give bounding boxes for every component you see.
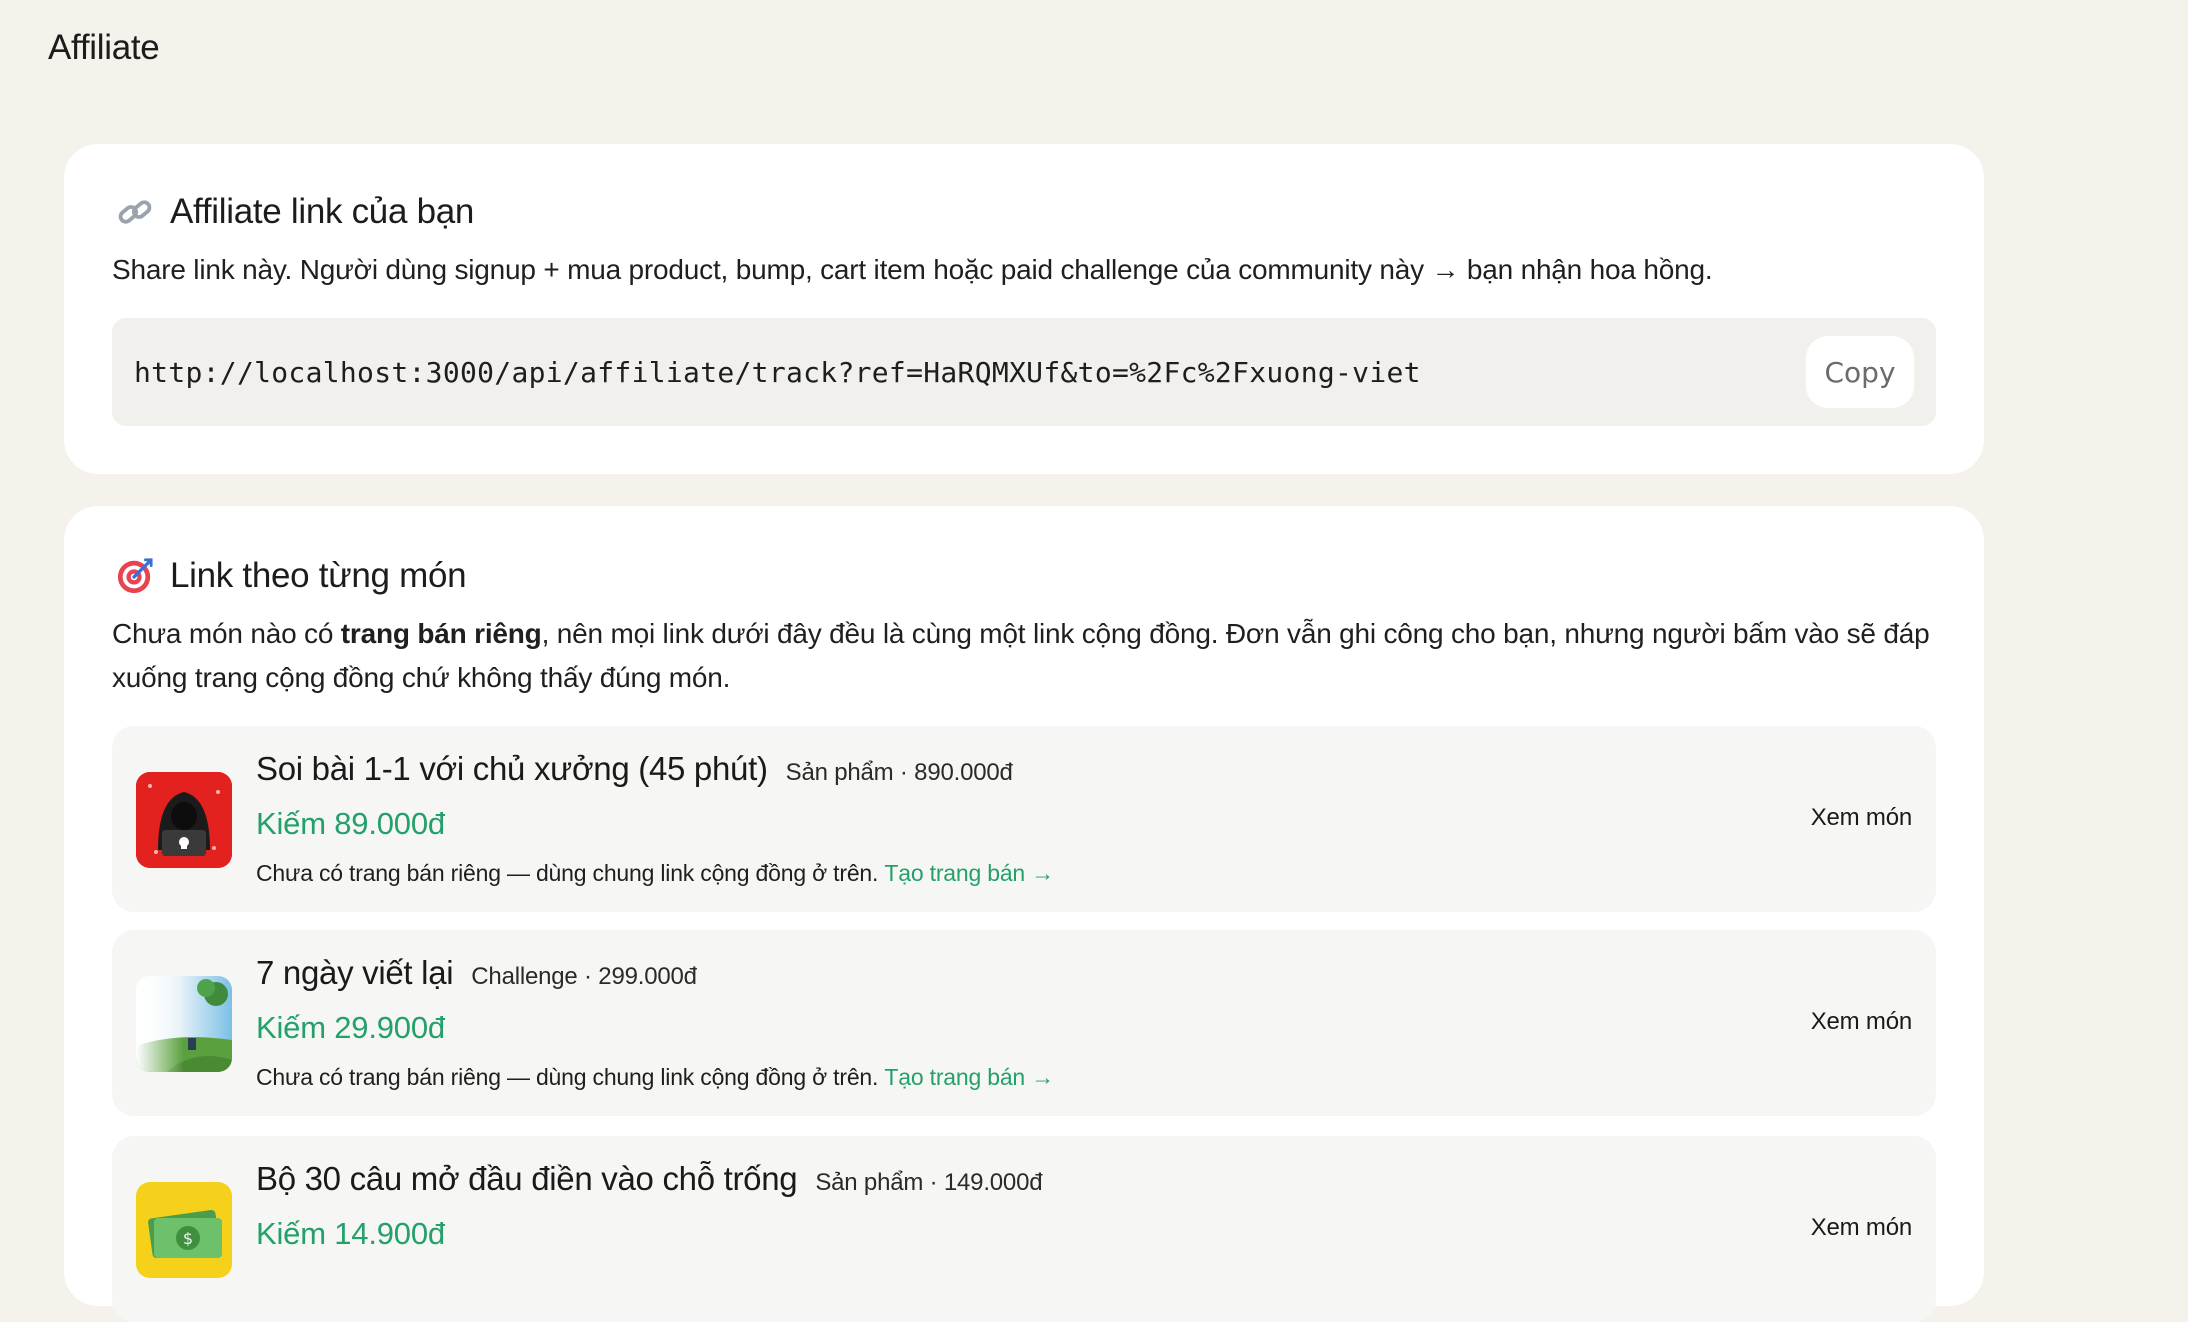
affiliate-link-heading: Affiliate link của bạn: [116, 192, 474, 232]
item-links-heading: Link theo từng món: [116, 556, 467, 596]
list-item: Soi bài 1-1 với chủ xưởng (45 phút) Sản …: [112, 726, 1936, 912]
copy-button[interactable]: Copy: [1806, 336, 1914, 408]
item-title-row: 7 ngày viết lại Challenge · 299.000đ: [256, 954, 697, 992]
item-meta: Sản phẩm · 890.000đ: [785, 759, 1013, 786]
item-links-card: Link theo từng món Chưa món nào có trang…: [64, 506, 1984, 1322]
svg-text:$: $: [183, 1229, 193, 1248]
item-title[interactable]: Bộ 30 câu mở đầu điền vào chỗ trống: [256, 1160, 798, 1198]
item-earn: Kiếm 29.900đ: [256, 1010, 445, 1045]
item-title[interactable]: Soi bài 1-1 với chủ xưởng (45 phút): [256, 750, 768, 788]
description-prefix: Chưa món nào có: [112, 618, 341, 649]
item-meta: Sản phẩm · 149.000đ: [815, 1169, 1043, 1196]
affiliate-link-heading-text: Affiliate link của bạn: [170, 192, 475, 231]
affiliate-link-description: Share link này. Người dùng signup + mua …: [112, 254, 1713, 285]
page-title: Affiliate: [48, 28, 160, 67]
affiliate-link-box: http://localhost:3000/api/affiliate/trac…: [112, 318, 1936, 426]
link-icon: [118, 200, 152, 224]
create-sales-page-link[interactable]: Tạo trang bán →: [884, 1064, 1054, 1090]
view-item-link[interactable]: Xem món: [1811, 804, 1913, 832]
item-title[interactable]: 7 ngày viết lại: [256, 954, 454, 992]
item-earn: Kiếm 89.000đ: [256, 806, 445, 841]
affiliate-link-url[interactable]: http://localhost:3000/api/affiliate/trac…: [134, 356, 1421, 389]
list-item: 7 ngày viết lại Challenge · 299.000đ Kiế…: [112, 930, 1936, 1116]
target-icon: [117, 558, 153, 594]
item-title-row: Soi bài 1-1 với chủ xưởng (45 phút) Sản …: [256, 750, 1013, 788]
create-sales-page-link[interactable]: Tạo trang bán →: [884, 860, 1054, 886]
affiliate-link-card: Affiliate link của bạn Share link này. N…: [64, 144, 1984, 474]
view-item-link[interactable]: Xem món: [1811, 1008, 1913, 1036]
item-links-heading-text: Link theo từng món: [170, 556, 467, 595]
item-note: Chưa có trang bán riêng — dùng chung lin…: [256, 860, 1054, 887]
description-bold: trang bán riêng: [340, 618, 542, 649]
item-earn: Kiếm 14.900đ: [256, 1216, 445, 1251]
item-title-row: Bộ 30 câu mở đầu điền vào chỗ trống Sản …: [256, 1160, 1043, 1198]
item-note: Chưa có trang bán riêng — dùng chung lin…: [256, 1064, 1054, 1091]
list-item: $ Bộ 30 câu mở đầu điền vào chỗ trống Sả…: [112, 1136, 1936, 1322]
item-note-text: Chưa có trang bán riêng — dùng chung lin…: [256, 860, 879, 886]
view-item-link[interactable]: Xem món: [1811, 1214, 1913, 1242]
item-note-text: Chưa có trang bán riêng — dùng chung lin…: [256, 1064, 879, 1090]
landscape-icon: [136, 976, 232, 1072]
hacker-laptop-icon: [136, 772, 232, 868]
item-links-description: Chưa món nào có trang bán riêng, nên mọi…: [112, 612, 1936, 700]
item-meta: Challenge · 299.000đ: [471, 963, 697, 990]
money-icon: $: [136, 1182, 232, 1278]
